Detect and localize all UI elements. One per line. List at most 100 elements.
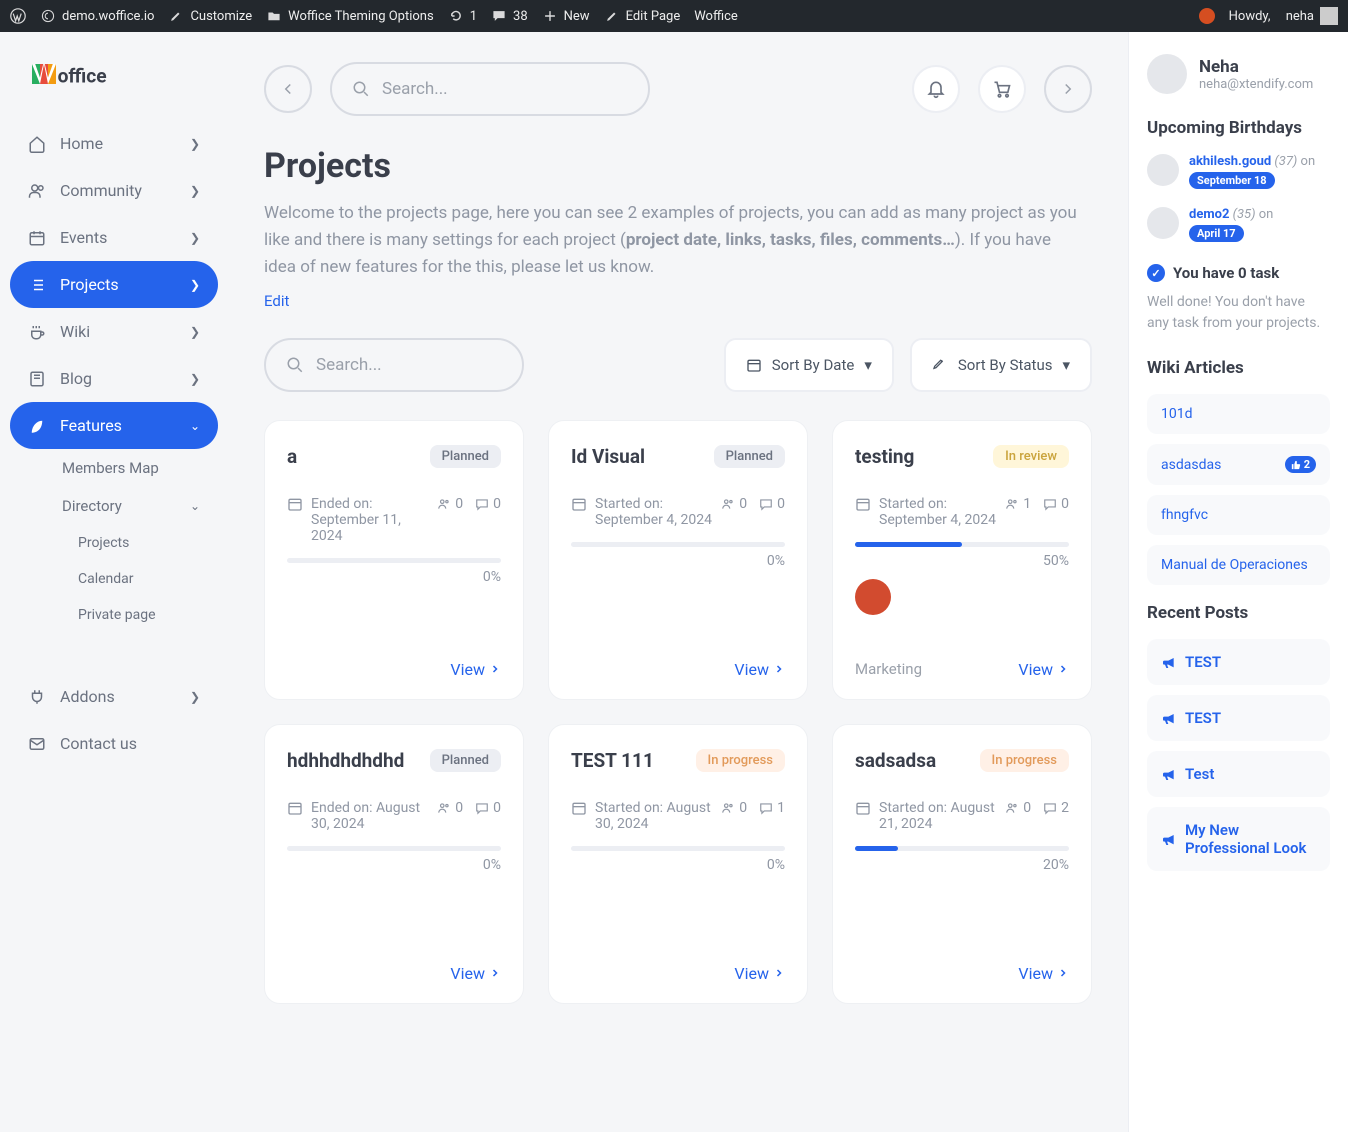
project-card[interactable]: Id Visual Planned Started on: September … [548, 420, 808, 700]
edit-page-link[interactable]: Edit [264, 292, 289, 310]
birthday-item[interactable]: akhilesh.goud (37) onSeptember 18 [1147, 154, 1330, 189]
comments-link[interactable]: 38 [491, 8, 528, 24]
projects-search-input[interactable] [316, 355, 502, 375]
members-count: 0 [437, 496, 463, 512]
customize-link[interactable]: Customize [168, 8, 252, 24]
view-project-link[interactable]: View [450, 964, 501, 983]
leaf-icon [28, 417, 46, 435]
nav-events[interactable]: Events ❯ [10, 214, 218, 261]
birthday-item[interactable]: demo2 (35) onApril 17 [1147, 207, 1330, 242]
wp-logo[interactable] [10, 8, 26, 24]
comments-count: 2 [1043, 800, 1069, 816]
wiki-title: 101d [1161, 406, 1193, 422]
chevron-down-icon: ▾ [864, 356, 872, 374]
cart-button[interactable] [978, 65, 1026, 113]
chevron-right-icon [773, 663, 785, 675]
nav-label: Wiki [60, 322, 90, 341]
recent-post-link[interactable]: Test [1147, 751, 1330, 797]
nav-community[interactable]: Community ❯ [10, 167, 218, 214]
progress-label: 50% [1043, 553, 1069, 569]
forward-button[interactable] [1044, 65, 1092, 113]
nav-blog[interactable]: Blog ❯ [10, 355, 218, 402]
book-icon [28, 370, 46, 388]
recent-post-link[interactable]: My New Professional Look [1147, 807, 1330, 871]
nav-features[interactable]: Features ⌄ [10, 402, 218, 449]
wiki-article-link[interactable]: Manual de Operaciones [1147, 545, 1330, 585]
sub-private-page[interactable]: Private page [10, 597, 218, 633]
nav-home[interactable]: Home ❯ [10, 120, 218, 167]
topbar [264, 62, 1092, 116]
bullhorn-icon [1161, 654, 1177, 670]
edit-page-link[interactable]: Edit Page [604, 8, 681, 24]
recent-post-link[interactable]: TEST [1147, 695, 1330, 741]
coffee-icon [28, 323, 46, 341]
members-count: 0 [721, 800, 747, 816]
progress-label: 20% [1043, 857, 1069, 873]
sub-projects[interactable]: Projects [10, 525, 218, 561]
site-name-link[interactable]: demo.woffice.io [40, 8, 154, 24]
nav-addons[interactable]: Addons ❯ [10, 673, 218, 720]
sub-directory[interactable]: Directory⌄ [10, 487, 218, 525]
status-badge: In progress [696, 749, 785, 772]
notifications-button[interactable] [912, 65, 960, 113]
wiki-article-link[interactable]: fhngfvc [1147, 495, 1330, 535]
birthdays-title: Upcoming Birthdays [1147, 118, 1330, 138]
progress-label: 0% [483, 569, 501, 585]
status-badge: In progress [980, 749, 1069, 772]
calendar-icon [746, 357, 762, 373]
recent-post-link[interactable]: TEST [1147, 639, 1330, 685]
project-tag: Marketing [855, 660, 922, 678]
project-date: Started on: September 4, 2024 [595, 496, 713, 528]
app-name-link[interactable]: Woffice [694, 9, 738, 24]
project-card[interactable]: a Planned Ended on: September 11, 2024 0… [264, 420, 524, 700]
project-title: Id Visual [571, 445, 645, 468]
wiki-article-link[interactable]: 101d [1147, 394, 1330, 434]
projects-search[interactable] [264, 338, 524, 392]
nav-label: Addons [60, 687, 115, 706]
birthday-name: demo2 [1189, 207, 1229, 222]
theming-link[interactable]: Woffice Theming Options [266, 8, 434, 24]
chevron-right-icon: ❯ [190, 372, 200, 386]
project-card[interactable]: TEST 111 In progress Started on: August … [548, 724, 808, 1004]
wiki-article-link[interactable]: asdasdas2 [1147, 444, 1330, 485]
progress-bar [855, 846, 1069, 851]
updates-link[interactable]: 1 [448, 8, 477, 24]
chevron-right-icon: ❯ [190, 137, 200, 151]
members-count: 0 [1005, 800, 1031, 816]
view-project-link[interactable]: View [1018, 964, 1069, 983]
woffice-logo[interactable]: W W W office [10, 50, 218, 120]
birthday-age: (37) [1274, 154, 1297, 169]
avatar[interactable] [855, 579, 891, 615]
nav-contact[interactable]: Contact us [10, 720, 218, 767]
sort-by-date-button[interactable]: Sort By Date ▾ [724, 338, 894, 392]
view-project-link[interactable]: View [450, 660, 501, 679]
bell-icon [926, 79, 946, 99]
wiki-title: Manual de Operaciones [1161, 557, 1308, 573]
current-user[interactable]: Neha neha@xtendify.com [1147, 54, 1330, 94]
sub-calendar[interactable]: Calendar [10, 561, 218, 597]
tasks-header: ✓ You have 0 task [1147, 264, 1330, 282]
global-search[interactable] [330, 62, 650, 116]
main-content: Projects Welcome to the projects page, h… [228, 32, 1128, 1132]
project-card[interactable]: hdhhdhdhdhd Planned Ended on: August 30,… [264, 724, 524, 1004]
status-badge: Planned [714, 445, 785, 468]
notification-dot-icon[interactable] [1199, 8, 1215, 24]
project-card[interactable]: sadsadsa In progress Started on: August … [832, 724, 1092, 1004]
view-project-link[interactable]: View [734, 964, 785, 983]
sub-members-map[interactable]: Members Map [10, 449, 218, 487]
nav-wiki[interactable]: Wiki ❯ [10, 308, 218, 355]
view-project-link[interactable]: View [1018, 660, 1069, 679]
search-input[interactable] [382, 79, 628, 99]
bullhorn-icon [1161, 710, 1177, 726]
sort-by-status-button[interactable]: Sort By Status ▾ [910, 338, 1092, 392]
nav-projects[interactable]: Projects ❯ [10, 261, 218, 308]
plug-icon [28, 688, 46, 706]
post-title: My New Professional Look [1185, 821, 1316, 857]
howdy-link[interactable]: Howdy, neha [1229, 7, 1338, 25]
projects-grid: a Planned Ended on: September 11, 2024 0… [264, 420, 1092, 1004]
users-icon [437, 497, 451, 511]
back-button[interactable] [264, 65, 312, 113]
new-link[interactable]: New [542, 8, 590, 24]
project-card[interactable]: testing In review Started on: September … [832, 420, 1092, 700]
view-project-link[interactable]: View [734, 660, 785, 679]
